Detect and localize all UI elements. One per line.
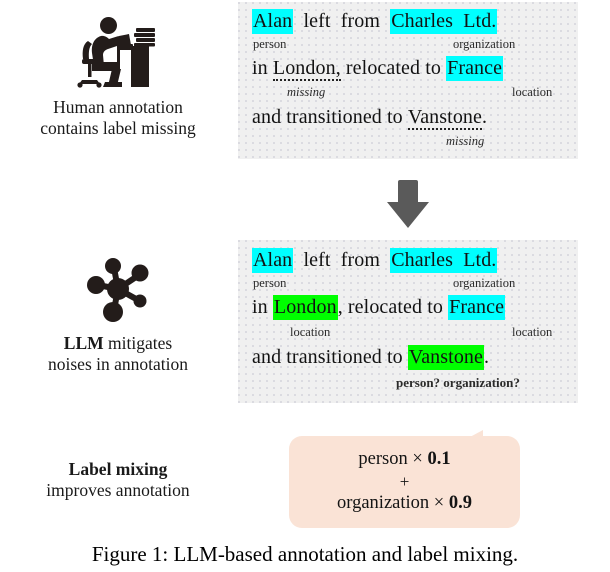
token-to: to <box>425 57 441 79</box>
token-in: in <box>252 296 268 318</box>
human-caption-line1: Human annotation <box>53 97 183 117</box>
mixing-caption-line1: Label mixing <box>68 459 168 479</box>
mixing-caption-line2: improves annotation <box>46 480 190 501</box>
mixing-plus: + <box>399 471 410 491</box>
network-nodes-icon <box>0 254 236 329</box>
token-period: . <box>484 346 490 368</box>
entity-vanstone-uncertain: Vanstone <box>407 345 484 370</box>
llm-annotation-sentence-panel: Alan left from Charles Ltd. person organ… <box>238 240 578 403</box>
tag-location-france: location <box>512 325 553 339</box>
label-mixing-legend: Label mixing improves annotation <box>0 455 236 502</box>
entity-alan-person: Alan <box>252 248 294 273</box>
token-to: to <box>427 296 443 318</box>
llm-caption-rest: mitigates <box>103 333 173 353</box>
mixing-weight-1: 0.1 <box>427 448 451 469</box>
llm-caption-line1: LLM mitigates <box>0 333 236 354</box>
mixing-times-1: × <box>412 448 423 469</box>
entity-charles: Charles <box>391 10 454 32</box>
entity-vanstone-missing: Vanstone <box>407 106 482 130</box>
llm-sentence-line-3: and transitioned to Vanstone. <box>252 345 490 370</box>
entity-ltd: Ltd. <box>463 10 497 32</box>
callout-content: person × 0.1 + organization × 0.9 <box>289 436 520 528</box>
mixing-label-person: person <box>358 448 408 469</box>
llm-sentence-line-2: in London, relocated to France <box>252 295 506 320</box>
entity-ltd: Ltd. <box>463 249 497 271</box>
llm-caption-bold: LLM <box>63 333 104 353</box>
human-annotation-caption: Human annotation contains label missing <box>0 97 236 140</box>
mixing-term-2: organization × 0.9 <box>337 493 472 514</box>
tag-location-london: location <box>290 325 331 339</box>
token-period: . <box>482 106 488 128</box>
tag-missing-london: missing <box>287 85 326 99</box>
llm-sentence-line-1: Alan left from Charles Ltd. <box>252 248 498 273</box>
figure-container: Human annotation contains label missing … <box>0 0 610 572</box>
human-annotation-sentence-panel: Alan left from Charles Ltd. person organ… <box>238 2 578 159</box>
figure-caption: Figure 1: LLM-based annotation and label… <box>91 542 519 566</box>
tag-uncertain-vanstone: person? organization? <box>396 375 520 390</box>
token-relocated: relocated <box>345 57 421 79</box>
tag-organization-line1: organization <box>453 37 516 51</box>
human-sentence-line-2: in London, relocated to France <box>252 56 504 81</box>
entity-charles-ltd-organization: Charles Ltd. <box>390 248 498 273</box>
token-left: left <box>303 249 331 271</box>
human-sentence-line-1: Alan left from Charles Ltd. <box>252 9 498 34</box>
tag-person-line1: person <box>253 37 287 51</box>
entity-london-location: London <box>272 295 338 320</box>
entity-charles-ltd-organization: Charles Ltd. <box>390 9 498 34</box>
entity-charles: Charles <box>391 249 454 271</box>
entity-france-location: France <box>448 295 506 320</box>
llm-caption-line2: noises in annotation <box>48 354 188 375</box>
tag-missing-vanstone: missing <box>446 134 485 148</box>
entity-alan-person: Alan <box>252 9 294 34</box>
person-at-desk-icon <box>0 14 236 93</box>
llm-annotation-caption: LLM mitigates noises in annotation <box>0 333 236 376</box>
token-from: from <box>340 249 381 271</box>
token-left: left <box>303 10 331 32</box>
token-and-transitioned-to: and transitioned to <box>252 106 403 128</box>
entity-london-missing: London, <box>272 57 341 81</box>
label-mixing-callout: person × 0.1 + organization × 0.9 <box>289 430 520 528</box>
llm-annotation-legend: LLM mitigates noises in annotation <box>0 254 236 376</box>
tag-location-france: location <box>512 85 553 99</box>
label-mixing-caption: Label mixing improves annotation <box>0 459 236 502</box>
token-in: in <box>252 57 268 79</box>
token-from: from <box>340 10 381 32</box>
human-caption-line2: contains label missing <box>40 118 196 139</box>
human-annotation-legend: Human annotation contains label missing <box>0 14 236 140</box>
human-sentence-line-3: and transitioned to Vanstone. <box>252 106 488 130</box>
tag-organization-line1: organization <box>453 276 516 290</box>
mixing-label-organization: organization <box>337 493 430 514</box>
down-arrow-icon <box>384 178 432 230</box>
mixing-times-2: × <box>433 493 445 514</box>
token-and-transitioned-to: and transitioned to <box>252 346 403 368</box>
tag-person-line1: person <box>253 276 287 290</box>
entity-france-location: France <box>446 56 504 81</box>
mixing-term-1: person × 0.1 <box>358 448 451 470</box>
token-relocated: relocated <box>347 296 423 318</box>
mixing-weight-2: 0.9 <box>448 493 472 514</box>
